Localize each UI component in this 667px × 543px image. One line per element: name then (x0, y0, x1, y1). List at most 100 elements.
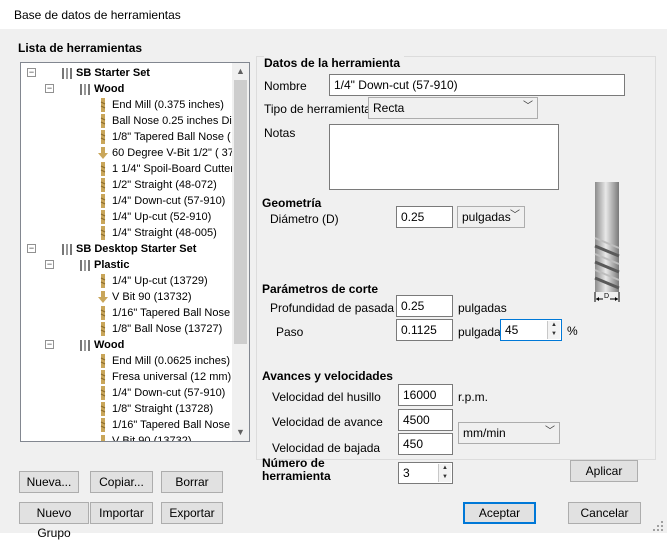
tree-item-label: SB Desktop Starter Set (76, 243, 197, 255)
spinner-arrows[interactable]: ▲ ▼ (438, 464, 451, 482)
tree-tool-item[interactable]: 1/2" Straight (48-072) (97, 177, 217, 193)
tree-group-item[interactable]: Wood (79, 337, 124, 353)
tree-tool-item[interactable]: 1/4" Up-cut (52-910) (97, 209, 211, 225)
scroll-down-arrow-icon[interactable]: ▼ (232, 424, 249, 441)
endmill-icon (100, 194, 106, 209)
chevron-down-icon: ﹀ (545, 426, 555, 437)
endmill-icon (100, 418, 106, 433)
diameter-field[interactable]: 0.25 (396, 206, 453, 228)
tree-tool-item[interactable]: 1/16" Tapered Ball Nose (1 (97, 417, 243, 433)
tool-group-icon (80, 260, 90, 272)
spin-up-icon: ▲ (548, 321, 560, 330)
new-group-button[interactable]: Nuevo Grupo (19, 502, 89, 540)
tree-item-label: V Bit 90 (13732) (112, 435, 192, 442)
plunge-rate-field[interactable]: 450 (398, 433, 453, 455)
tree-tool-item[interactable]: Ball Nose 0.25 inches Dia (97, 113, 238, 129)
tree-tool-item[interactable]: V Bit 90 (13732) (97, 433, 192, 442)
tree-item-label: 60 Degree V-Bit 1/2" ( 37-8 (112, 147, 244, 159)
name-field[interactable]: 1/4" Down-cut (57-910) (329, 74, 625, 96)
tree-tool-item[interactable]: 1 1/4" Spoil-Board Cutter ( (97, 161, 241, 177)
feed-rate-field[interactable]: 4500 (398, 409, 453, 431)
feed-units-select[interactable]: mm/min ﹀ (458, 422, 560, 444)
cancel-button[interactable]: Cancelar (568, 502, 641, 524)
tool-tree[interactable]: − SB Starter Set − Wood End Mill (0.375 inch… (20, 62, 250, 442)
tree-expander-icon[interactable]: − (45, 84, 54, 93)
plunge-rate-label: Velocidad de bajada (272, 441, 381, 455)
endmill-icon (100, 130, 106, 145)
spinner-arrows[interactable]: ▲ ▼ (547, 321, 560, 339)
notes-field[interactable] (329, 124, 559, 190)
tool-list-heading: Lista de herramientas (18, 41, 143, 55)
scroll-up-arrow-icon[interactable]: ▲ (232, 63, 249, 80)
tool-group-icon (62, 68, 72, 80)
endmill-icon (100, 322, 106, 337)
scrollbar-thumb[interactable] (234, 80, 247, 344)
tree-item-label: 1/4" Down-cut (57-910) (112, 195, 226, 207)
tree-tool-item[interactable]: 1/4" Down-cut (57-910) (97, 385, 225, 401)
feed-units-value: mm/min (463, 426, 506, 440)
tool-number-spinner[interactable]: 3 ▲ ▼ (398, 462, 453, 484)
copy-tool-button[interactable]: Copiar... (90, 471, 153, 493)
notes-label: Notas (264, 126, 296, 140)
tree-tool-item[interactable]: 1/4" Down-cut (57-910) (97, 193, 225, 209)
tree-item-label: Fresa universal (12 mm) (112, 371, 232, 383)
tree-expander-icon[interactable]: − (45, 260, 54, 269)
tree-scrollbar[interactable]: ▲ ▼ (232, 63, 249, 441)
diameter-units-value: pulgadas (462, 210, 511, 224)
tree-set-item[interactable]: SB Desktop Starter Set (61, 241, 196, 257)
tree-tool-item[interactable]: End Mill (0.375 inches) (97, 97, 224, 113)
tree-tool-item[interactable]: 1/8" Tapered Ball Nose ( 77 (97, 129, 246, 145)
stepover-percent-spinner[interactable]: 45 ▲ ▼ (500, 319, 562, 341)
new-tool-button[interactable]: Nueva... (19, 471, 79, 493)
spin-down-icon: ▼ (548, 330, 560, 339)
tree-tool-item[interactable]: 1/8" Straight (13728) (97, 401, 213, 417)
pass-depth-field[interactable]: 0.25 (396, 295, 453, 317)
tree-tool-item[interactable]: End Mill (0.0625 inches) (97, 353, 230, 369)
tree-expander-icon[interactable]: − (45, 340, 54, 349)
spindle-speed-field[interactable]: 16000 (398, 384, 453, 406)
tool-type-select[interactable]: Recta ﹀ (368, 97, 538, 119)
window-title: Base de datos de herramientas (14, 8, 181, 22)
resize-grip-icon[interactable] (652, 520, 664, 532)
tree-item-label: Plastic (94, 259, 130, 271)
tree-item-label: 1/8" Straight (13728) (112, 403, 214, 415)
spin-up-icon: ▲ (439, 464, 451, 473)
tree-item-label: Wood (94, 339, 125, 351)
tree-set-item[interactable]: SB Starter Set (61, 65, 150, 81)
tree-group-item[interactable]: Wood (79, 81, 124, 97)
tree-tool-item[interactable]: 1/8" Ball Nose (13727) (97, 321, 222, 337)
tree-tool-item[interactable]: 60 Degree V-Bit 1/2" ( 37-8 (97, 145, 244, 161)
tool-type-label: Tipo de herramienta (264, 102, 371, 116)
tree-item-label: 1/16" Tapered Ball Nose (1 (112, 419, 243, 431)
tool-number-label: Número de herramienta (262, 457, 331, 483)
tree-expander-icon[interactable]: − (27, 244, 36, 253)
chevron-down-icon: ﹀ (510, 210, 520, 221)
percent-sign: % (567, 324, 578, 338)
tree-tool-item[interactable]: 1/4" Up-cut (13729) (97, 273, 208, 289)
endmill-icon (100, 386, 106, 401)
endmill-diagram-icon (594, 182, 620, 302)
tree-item-label: 1/4" Up-cut (52-910) (112, 211, 212, 223)
delete-tool-button[interactable]: Borrar (161, 471, 223, 493)
tree-expander-icon[interactable]: − (27, 68, 36, 77)
export-button[interactable]: Exportar (161, 502, 223, 524)
tree-item-label: 1/4" Down-cut (57-910) (112, 387, 226, 399)
stepover-field[interactable]: 0.1125 (396, 319, 453, 341)
tree-tool-item[interactable]: 1/16" Tapered Ball Nose (1 (97, 305, 243, 321)
diameter-units-select[interactable]: pulgadas ﹀ (457, 206, 525, 228)
endmill-icon (100, 162, 106, 177)
endmill-icon (100, 226, 106, 241)
import-button[interactable]: Importar (90, 502, 153, 524)
ok-button[interactable]: Aceptar (463, 502, 536, 524)
stepover-percent-value: 45 (505, 323, 519, 337)
tool-group-icon (80, 84, 90, 96)
tree-tool-item[interactable]: V Bit 90 (13732) (97, 289, 192, 305)
apply-button[interactable]: Aplicar (570, 460, 638, 482)
tree-tool-item[interactable]: 1/4" Straight (48-005) (97, 225, 217, 241)
feeds-speeds-heading: Avances y velocidades (262, 369, 393, 383)
tree-tool-item[interactable]: Fresa universal (12 mm) (97, 369, 231, 385)
tree-group-item[interactable]: Plastic (79, 257, 129, 273)
tree-item-label: End Mill (0.375 inches) (112, 99, 224, 111)
chevron-down-icon: ﹀ (523, 101, 533, 112)
stepover-label: Paso (276, 325, 304, 339)
